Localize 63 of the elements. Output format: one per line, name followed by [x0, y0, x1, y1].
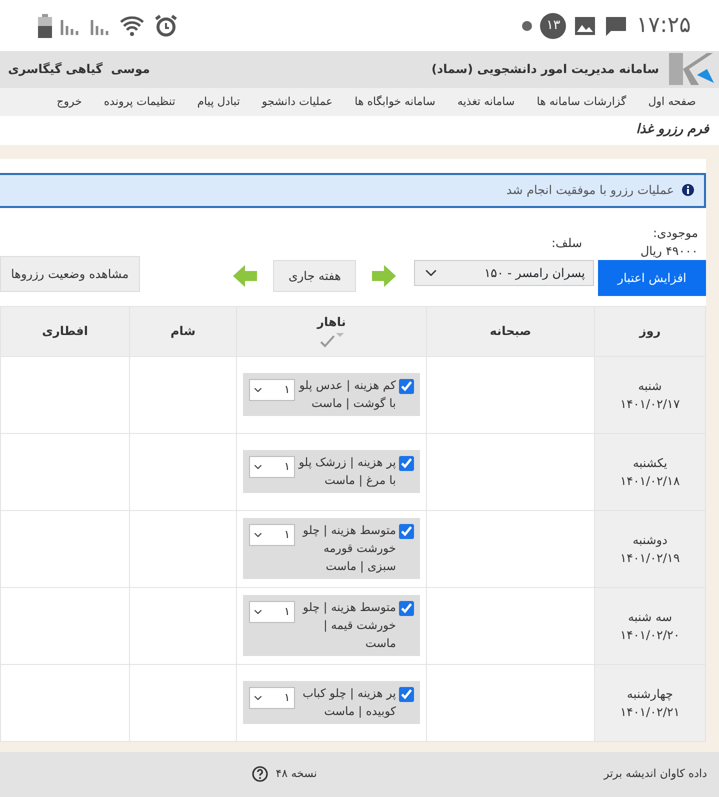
column-header: صبحانه	[490, 324, 532, 338]
day-name: دوشنبه	[632, 532, 668, 549]
count-select[interactable]: ۱	[249, 378, 295, 401]
column-header: روز	[639, 324, 661, 338]
count-select[interactable]: ۱	[249, 456, 295, 478]
meal-checkbox[interactable]	[399, 686, 414, 702]
page-title: فرم رزرو غذا	[636, 121, 709, 140]
meal-text: پر هزینه | زرشک پلو با مرغ | ماست	[298, 454, 396, 489]
self-label: سلف:	[550, 234, 583, 252]
increase-credit-button[interactable]: افزایش اعتبار	[598, 260, 706, 296]
reservation-status-button[interactable]: مشاهده وضعیت رزروها	[0, 256, 140, 292]
day-date: ۱۴۰۱/۰۲/۱۹	[620, 550, 680, 567]
meal-text: متوسط هزینه | چلو خورشت قیمه | ماست	[301, 598, 396, 652]
meal-checkbox[interactable]	[399, 600, 414, 616]
day-name: سه شنبه	[628, 608, 672, 626]
count-select[interactable]: ۱	[249, 686, 295, 709]
nav-link[interactable]: گزارشات سامانه ها	[526, 94, 638, 110]
day-name: یکشنبه	[632, 454, 668, 472]
app-title: سامانه مدیریت امور دانشجویی (سماد)	[431, 61, 659, 78]
day-name: شنبه	[638, 378, 662, 395]
count-select[interactable]: ۱	[249, 600, 295, 623]
nav-link[interactable]: تنظیمات پرونده	[92, 94, 186, 110]
alert-message: عملیات رزرو با موفقیت انجام شد	[506, 182, 674, 200]
meal-checkbox[interactable]	[399, 456, 414, 471]
day-date: ۱۴۰۱/۰۲/۱۸	[620, 472, 680, 490]
day-name: چهارشنبه	[626, 686, 674, 703]
version-label: نسخه ۴۸	[276, 766, 317, 782]
company-name: داده کاوان اندیشه برتر	[602, 766, 707, 782]
chat-icon	[604, 14, 628, 37]
column-header: افطاری	[42, 324, 88, 338]
notification-badge: ۱۳	[540, 12, 566, 39]
meal-text: متوسط هزینه | چلو خورشت قورمه سبزی | ماست	[301, 522, 396, 575]
column-header: ناهار	[317, 315, 346, 330]
nav-link[interactable]: سامانه تغذیه	[446, 94, 526, 110]
nav-link[interactable]: تبادل پیام	[186, 94, 251, 110]
alarm-clock-icon	[154, 14, 178, 38]
dot-icon	[522, 20, 532, 31]
nav-link[interactable]: خروج	[46, 94, 93, 110]
battery-icon	[38, 14, 52, 38]
meal-text: پر هزینه | چلو کباب کوبیده | ماست	[302, 684, 396, 720]
self-select[interactable]: پسران رامسر - ۱۵۰	[414, 260, 594, 286]
day-date: ۱۴۰۱/۰۲/۲۱	[620, 704, 680, 721]
nav-link[interactable]: عملیات دانشجو	[250, 94, 344, 110]
meal-checkbox[interactable]	[399, 524, 414, 539]
meal-text: کم هزینه | عدس پلو با گوشت | ماست	[298, 376, 396, 412]
count-select[interactable]: ۱	[249, 524, 295, 546]
day-date: ۱۴۰۱/۰۲/۱۷	[620, 396, 680, 413]
credit-amount: ۴۹۰۰۰ ریال	[639, 242, 699, 260]
image-icon	[574, 16, 596, 36]
logo-icon	[667, 51, 715, 88]
nav-link[interactable]: سامانه خوابگاه ها	[344, 94, 446, 110]
status-time: ۱۷:۲۵	[636, 12, 691, 40]
day-date: ۱۴۰۱/۰۲/۲۰	[620, 626, 680, 644]
wifi-icon	[120, 14, 146, 37]
nav-link[interactable]: صفحه اول	[637, 94, 707, 110]
current-week-button[interactable]: هفته جاری	[273, 260, 356, 292]
user-name: موسی گیاهی گیگاسری	[8, 61, 150, 78]
column-header: شام	[170, 324, 196, 338]
select-all-check-icon[interactable]	[320, 332, 344, 349]
credit-label: موجودی:	[652, 224, 699, 242]
info-icon	[682, 184, 694, 196]
help-icon[interactable]	[252, 766, 268, 782]
meal-checkbox[interactable]	[399, 378, 414, 394]
